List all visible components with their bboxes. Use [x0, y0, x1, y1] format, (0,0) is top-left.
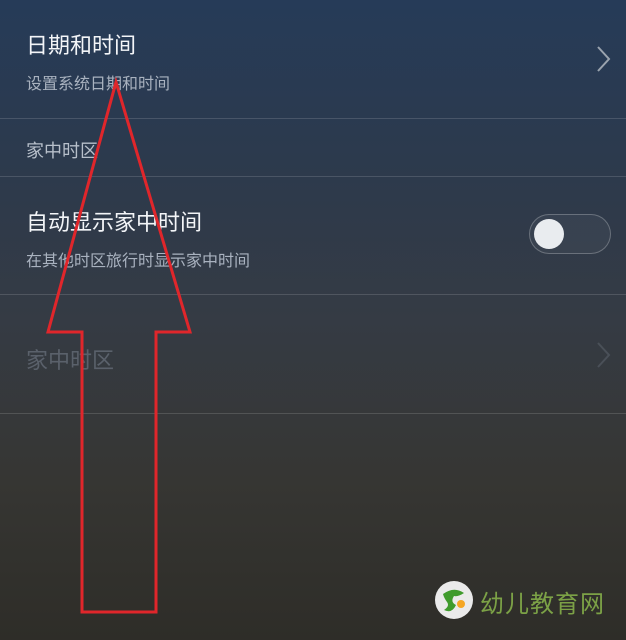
home-timezone-section-label: 家中时区: [26, 141, 98, 162]
watermark: 幼儿教育网: [434, 578, 620, 624]
divider: [0, 118, 626, 119]
chevron-right-icon: [597, 342, 611, 368]
date-time-subtitle: 设置系统日期和时间: [26, 74, 171, 93]
home-timezone-title: 家中时区: [26, 349, 115, 374]
toggle-knob: [534, 219, 564, 249]
date-time-title: 日期和时间: [26, 34, 137, 59]
chevron-right-icon: [597, 46, 611, 72]
date-time-row[interactable]: 日期和时间 设置系统日期和时间: [0, 0, 626, 118]
auto-home-time-subtitle: 在其他时区旅行时显示家中时间: [26, 251, 251, 270]
home-timezone-row: 家中时区: [0, 295, 626, 413]
auto-home-time-title: 自动显示家中时间: [26, 211, 203, 236]
jyi35-logo-icon: [435, 581, 473, 619]
watermark-text: 幼儿教育网: [480, 590, 605, 618]
auto-home-time-toggle[interactable]: [529, 214, 611, 254]
divider: [0, 413, 626, 414]
